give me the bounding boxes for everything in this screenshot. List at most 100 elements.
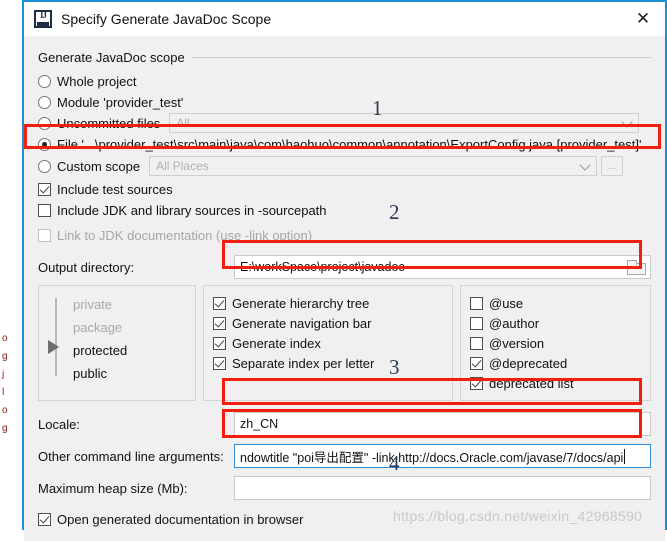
- bg-mark: o: [2, 405, 8, 416]
- checkbox-include-jdk-sources[interactable]: Include JDK and library sources in -sour…: [38, 200, 651, 220]
- radio-indicator[interactable]: [38, 95, 51, 109]
- radio-indicator[interactable]: [38, 159, 51, 173]
- output-directory-label: Output directory:: [38, 259, 135, 275]
- radio-module[interactable]: Module 'provider_test': [38, 92, 651, 112]
- radio-whole-project[interactable]: Whole project: [38, 71, 651, 91]
- checkbox-label: Open generated documentation in browser: [57, 511, 304, 527]
- visibility-level-protected[interactable]: protected: [73, 339, 186, 362]
- checkbox-indicator[interactable]: [213, 356, 226, 370]
- checkbox-indicator[interactable]: [213, 316, 226, 330]
- output-directory-row: Output directory: E:\workSpace\project\j…: [38, 255, 651, 279]
- radio-uncommitted-files[interactable]: Uncommitted files All: [38, 113, 651, 133]
- custom-scope-browse-button[interactable]: ...: [601, 156, 624, 176]
- visibility-level-private[interactable]: private: [73, 293, 186, 316]
- radio-label: Uncommitted files: [57, 115, 161, 131]
- bg-mark: g: [2, 423, 8, 434]
- checkbox-label: Generate navigation bar: [232, 315, 372, 331]
- options-panels: private package protected public Generat…: [38, 285, 651, 401]
- output-directory-input[interactable]: E:\workSpace\project\javadoc: [234, 255, 651, 279]
- visibility-level-package[interactable]: package: [73, 316, 186, 339]
- locale-input[interactable]: zh_CN: [234, 412, 651, 436]
- tag-options-panel: @use @author @version @deprecated deprec…: [460, 285, 651, 401]
- checkbox-tag-deprecated[interactable]: @deprecated: [470, 353, 641, 373]
- background-left-gutter: o g j l o g: [0, 0, 22, 541]
- heap-size-label: Maximum heap size (Mb):: [38, 480, 188, 496]
- checkbox-generate-hierarchy-tree[interactable]: Generate hierarchy tree: [213, 293, 443, 313]
- visibility-level-public[interactable]: public: [73, 362, 186, 385]
- bg-mark: j: [2, 369, 5, 380]
- annotation-number-4: 4: [389, 451, 400, 475]
- radio-indicator[interactable]: [38, 116, 51, 130]
- checkbox-label: Separate index per letter: [232, 355, 375, 371]
- checkbox-tag-author[interactable]: @author: [470, 313, 641, 333]
- uncommitted-scope-dropdown[interactable]: All: [169, 113, 640, 133]
- locale-value: zh_CN: [240, 417, 279, 431]
- locale-label: Locale:: [38, 416, 80, 432]
- radio-indicator[interactable]: [38, 138, 51, 151]
- checkbox-include-test-sources[interactable]: Include test sources: [38, 179, 651, 199]
- checkbox-generate-index[interactable]: Generate index: [213, 333, 443, 353]
- radio-label: Module 'provider_test': [57, 94, 184, 110]
- scope-group-header: Generate JavaDoc scope: [38, 50, 651, 65]
- visibility-slider-track[interactable]: [55, 298, 57, 376]
- radio-indicator[interactable]: [38, 74, 51, 88]
- checkbox-label: Include test sources: [57, 181, 173, 197]
- checkbox-label: Generate hierarchy tree: [232, 295, 370, 311]
- dialog-content: Generate JavaDoc scope Whole project Mod…: [24, 36, 665, 530]
- checkbox-tag-version[interactable]: @version: [470, 333, 641, 353]
- annotation-number-2: 2: [389, 200, 400, 224]
- radio-custom-scope[interactable]: Custom scope All Places ...: [38, 156, 651, 176]
- radio-label: Whole project: [57, 73, 137, 89]
- checkbox-label: @author: [489, 315, 540, 331]
- radio-label: File '...\provider_test\src\main\java\co…: [57, 137, 642, 152]
- group-divider: [191, 57, 651, 58]
- checkbox-label: Include JDK and library sources in -sour…: [57, 202, 327, 218]
- annotation-number-1: 1: [372, 96, 383, 120]
- checkbox-indicator[interactable]: [38, 203, 51, 217]
- visibility-slider-thumb[interactable]: [48, 340, 59, 354]
- dialog-footer: ? OK Cancel: [24, 530, 665, 541]
- locale-row: Locale: zh_CN: [38, 412, 651, 436]
- heap-size-row: Maximum heap size (Mb):: [38, 476, 651, 500]
- heap-size-input[interactable]: [234, 476, 651, 500]
- radio-label: Custom scope: [57, 158, 141, 174]
- dropdown-value: All: [176, 116, 190, 130]
- checkbox-indicator[interactable]: [470, 316, 483, 330]
- cmdline-input[interactable]: ndowtitle "poi导出配置" -link http://docs.Or…: [234, 444, 651, 468]
- checkbox-indicator[interactable]: [213, 296, 226, 310]
- checkbox-indicator[interactable]: [470, 376, 483, 390]
- chevron-down-icon: [621, 116, 633, 128]
- checkbox-indicator[interactable]: [470, 336, 483, 350]
- checkbox-separate-index-per-letter[interactable]: Separate index per letter: [213, 353, 443, 373]
- checkbox-tag-use[interactable]: @use: [470, 293, 641, 313]
- chevron-down-icon: [579, 159, 591, 171]
- checkbox-deprecated-list[interactable]: deprecated list: [470, 373, 641, 393]
- visibility-panel: private package protected public: [38, 285, 196, 401]
- checkbox-indicator[interactable]: [38, 512, 51, 526]
- dialog-title: Specify Generate JavaDoc Scope: [61, 11, 272, 27]
- checkbox-link-jdk-docs: Link to JDK documentation (use -link opt…: [38, 225, 651, 245]
- checkbox-label: @deprecated: [489, 355, 568, 371]
- dropdown-value: All Places: [156, 159, 209, 173]
- bg-mark: o: [2, 333, 8, 344]
- folder-icon[interactable]: [627, 260, 646, 275]
- checkbox-indicator[interactable]: [213, 336, 226, 350]
- text-caret: [624, 448, 626, 464]
- custom-scope-dropdown[interactable]: All Places: [149, 156, 598, 176]
- output-directory-value: E:\workSpace\project\javadoc: [240, 260, 405, 274]
- checkbox-label: Link to JDK documentation (use -link opt…: [57, 227, 313, 243]
- checkbox-generate-navigation-bar[interactable]: Generate navigation bar: [213, 313, 443, 333]
- checkbox-indicator[interactable]: [38, 182, 51, 196]
- checkbox-indicator[interactable]: [470, 356, 483, 370]
- checkbox-label: deprecated list: [489, 375, 574, 391]
- intellij-idea-icon: [34, 10, 52, 28]
- bg-mark: l: [2, 387, 5, 398]
- checkbox-indicator[interactable]: [470, 296, 483, 310]
- scope-group-legend: Generate JavaDoc scope: [38, 50, 185, 65]
- checkbox-label: @use: [489, 295, 524, 311]
- close-icon[interactable]: ✕: [621, 2, 665, 36]
- checkbox-indicator: [38, 228, 51, 242]
- cmdline-label: Other command line arguments:: [38, 448, 224, 464]
- radio-file[interactable]: File '...\provider_test\src\main\java\co…: [38, 134, 651, 155]
- cmdline-value: ndowtitle "poi导出配置" -link http://docs.Or…: [240, 450, 624, 465]
